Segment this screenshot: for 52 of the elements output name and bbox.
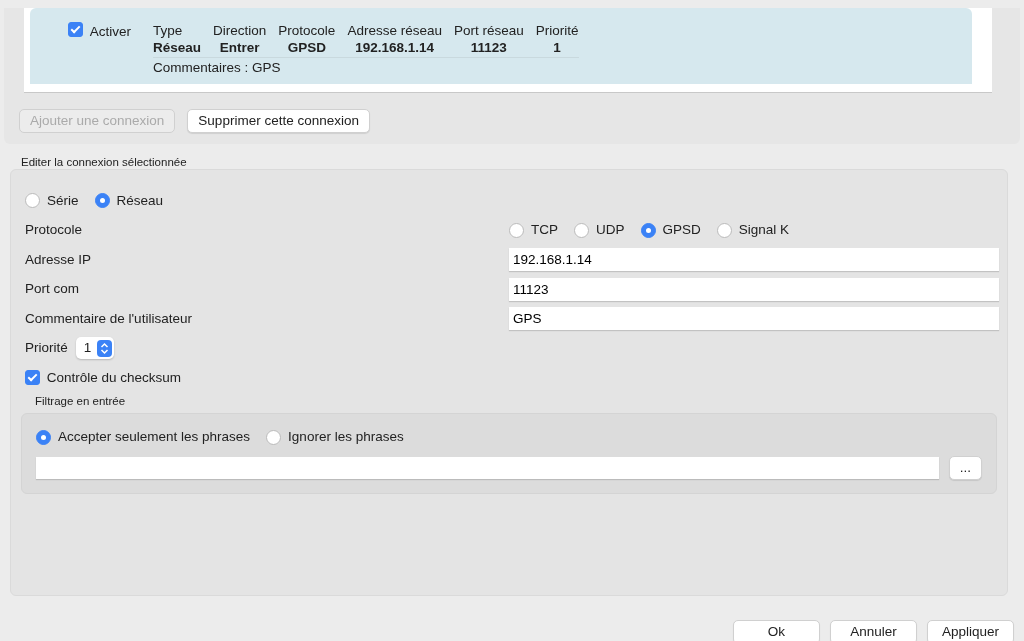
dialog-button[interactable]: Appliquer <box>927 620 1014 641</box>
section-title: Editer la connexion sélectionnée <box>20 155 188 169</box>
comment-text: Commentaires : GPS <box>153 59 282 77</box>
group-title: Filtrage en entrée <box>34 393 127 409</box>
field-label: Port com <box>25 280 80 299</box>
radio-button[interactable] <box>574 222 589 238</box>
input-field[interactable]: 192.168.1.14 <box>509 248 999 272</box>
cell-value: 11123 <box>470 39 507 56</box>
radio-button[interactable] <box>509 222 524 238</box>
column-header: Port réseau <box>453 22 524 39</box>
radio-label: Série <box>47 191 79 210</box>
column-header: Type <box>153 22 183 39</box>
field-label: Protocole <box>25 221 84 240</box>
cell-value: Réseau <box>153 39 202 56</box>
radio-label: UDP <box>596 221 625 240</box>
radio-label: Ignorer les phrases <box>288 428 404 447</box>
field-label: Commentaire de l'utilisateur <box>25 309 193 328</box>
delete-button[interactable]: Supprimer cette connexion <box>187 109 370 134</box>
radio-label: GPSD <box>662 221 701 240</box>
field-label: Priorité <box>25 339 68 358</box>
dialog-button[interactable]: Ok <box>733 620 820 641</box>
radio-button[interactable] <box>266 430 282 445</box>
checkbox-label: Contrôle du checksum <box>46 368 182 387</box>
stepper-arrows-icon <box>97 339 113 357</box>
radio-button[interactable] <box>25 193 40 209</box>
radio-button[interactable] <box>716 222 732 238</box>
input-field[interactable]: 11123 <box>509 277 999 301</box>
checkbox[interactable] <box>68 22 83 37</box>
priority-stepper[interactable]: 1 <box>75 337 115 360</box>
cell-value: 192.168.1.14 <box>355 39 435 56</box>
column-header: Direction <box>213 22 267 39</box>
input-field[interactable] <box>36 457 939 479</box>
radio-button[interactable] <box>640 222 656 238</box>
column-header: Priorité <box>535 22 579 39</box>
cell-value: GPSD <box>287 39 326 56</box>
radio-label: TCP <box>531 221 558 240</box>
cell-value: 1 <box>553 39 561 56</box>
more-button[interactable]: ... <box>948 455 982 481</box>
input-field[interactable]: GPS <box>509 307 999 331</box>
radio-label: Réseau <box>116 191 164 210</box>
connection-row[interactable]: Activer Type Réseau Direction Entrer Protocole GPSD Adresse réseau 192.168.1.14 Port réseau 11123 Priorité 1 Commentaires : GPS <box>30 8 972 84</box>
field-label: Adresse IP <box>25 250 93 269</box>
radio-label: Signal K <box>738 221 790 240</box>
radio-label: Accepter seulement les phrases <box>58 428 251 447</box>
checkbox-label: Activer <box>89 23 131 41</box>
dialog-button[interactable]: Annuler <box>830 620 917 641</box>
column-header: Protocole <box>278 22 336 39</box>
checkbox[interactable] <box>25 370 40 386</box>
column-header: Adresse réseau <box>347 22 442 39</box>
cell-value: Entrer <box>219 39 260 56</box>
radio-button[interactable] <box>94 193 110 209</box>
radio-button[interactable] <box>36 430 51 445</box>
